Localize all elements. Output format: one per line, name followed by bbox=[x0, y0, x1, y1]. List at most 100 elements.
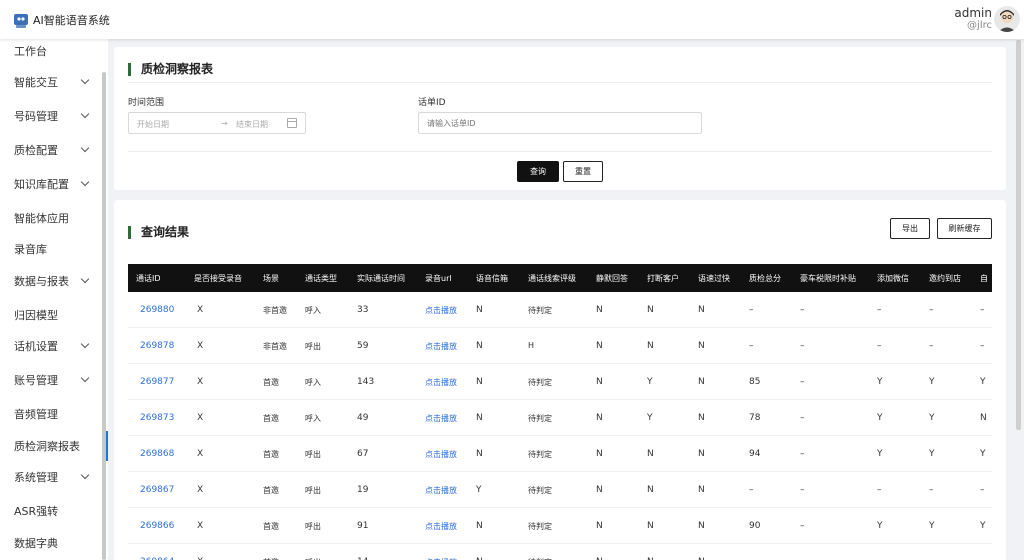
reset-button[interactable]: 重置 bbox=[563, 161, 603, 182]
table-cell: 首邀 bbox=[263, 378, 279, 387]
sidebar-item-label: 数据与报表 bbox=[14, 275, 69, 288]
table-cell: N bbox=[476, 449, 483, 459]
column-header[interactable]: 语音信箱 bbox=[476, 273, 508, 284]
table-cell: Y bbox=[980, 521, 986, 531]
table-cell: – bbox=[929, 341, 934, 351]
sidebar-item-numbers[interactable]: 号码管理 bbox=[0, 101, 108, 131]
sidebar-item-reports[interactable]: 数据与报表 bbox=[0, 266, 108, 296]
table-cell: 19 bbox=[357, 485, 369, 495]
column-header[interactable]: 静默回答 bbox=[596, 273, 628, 284]
sidebar-item-interaction[interactable]: 智能交互 bbox=[0, 67, 108, 97]
start-date-placeholder[interactable]: 开始日期 bbox=[137, 119, 169, 130]
sidebar-item-label: 数据字典 bbox=[14, 537, 58, 550]
table-row: 269877 X 首邀 呼入 143 点击播放 N 待判定 N Y N 85 – Y Y Y bbox=[128, 364, 992, 400]
column-header[interactable]: 邀约到店 bbox=[929, 273, 961, 284]
play-recording-link[interactable]: 点击播放 bbox=[425, 341, 457, 352]
main-content: 质检洞察报表 时间范围 开始日期 → 结束日期 话单ID 查询 重置 查询结果 … bbox=[108, 39, 1014, 560]
column-header[interactable]: 自 bbox=[980, 273, 988, 284]
main-scrollbar[interactable] bbox=[1016, 40, 1021, 430]
sidebar-item-knowledge[interactable]: 知识库配置 bbox=[0, 169, 108, 199]
call-id-link[interactable]: 269880 bbox=[140, 305, 174, 315]
table-cell: 91 bbox=[357, 521, 369, 531]
sidebar-item-label: 话机设置 bbox=[14, 340, 58, 353]
sidebar-item-system[interactable]: 系统管理 bbox=[0, 462, 108, 492]
sidebar-item-audio[interactable]: 音频管理 bbox=[0, 399, 108, 429]
sidebar-item-label: 智能交互 bbox=[14, 76, 58, 89]
call-id-input[interactable] bbox=[418, 112, 702, 134]
table-cell: 非首邀 bbox=[263, 306, 287, 315]
sidebar-item-recordings[interactable]: 录音库 bbox=[0, 234, 108, 264]
column-header[interactable]: 是否接受录音 bbox=[194, 273, 242, 284]
date-range-picker[interactable]: 开始日期 → 结束日期 bbox=[128, 112, 306, 134]
table-row: 269867 X 首邀 呼出 19 点击播放 Y 待判定 N N N – – – – – bbox=[128, 472, 992, 508]
table-cell: N bbox=[980, 413, 987, 423]
column-header[interactable]: 打断客户 bbox=[647, 273, 679, 284]
sidebar-item-qc-config[interactable]: 质检配置 bbox=[0, 135, 108, 165]
sidebar-item-label: 系统管理 bbox=[14, 471, 58, 484]
sidebar-scrollbar[interactable] bbox=[102, 72, 106, 560]
call-id-link[interactable]: 269873 bbox=[140, 413, 174, 423]
play-recording-link[interactable]: 点击播放 bbox=[425, 521, 457, 532]
user-name[interactable]: admin bbox=[954, 6, 992, 20]
sidebar-item-phone-settings[interactable]: 话机设置 bbox=[0, 331, 108, 361]
play-recording-link[interactable]: 点击播放 bbox=[425, 305, 457, 316]
calendar-icon[interactable] bbox=[287, 118, 297, 128]
sidebar-item-qc-insights[interactable]: 质检洞察报表 bbox=[0, 431, 108, 461]
column-header[interactable]: 录音url bbox=[425, 273, 452, 284]
column-header[interactable]: 实际通话时间 bbox=[357, 273, 405, 284]
user-handle: @jlrc bbox=[967, 20, 992, 31]
table-cell: N bbox=[596, 449, 603, 459]
app-logo-icon bbox=[14, 14, 28, 28]
sidebar-item-attribution[interactable]: 归因模型 bbox=[0, 300, 108, 330]
sidebar-item-workbench[interactable]: 工作台 bbox=[0, 39, 108, 66]
table-cell: – bbox=[929, 305, 934, 315]
end-date-placeholder[interactable]: 结束日期 bbox=[236, 119, 268, 130]
sidebar-item-label: 知识库配置 bbox=[14, 178, 69, 191]
table-cell: 首邀 bbox=[263, 486, 279, 495]
column-header[interactable]: 添加微信 bbox=[877, 273, 909, 284]
sidebar-item-asr[interactable]: ASR强转 bbox=[0, 496, 108, 526]
table-cell: N bbox=[698, 413, 705, 423]
user-avatar-icon bbox=[998, 10, 1016, 32]
table-cell: Y bbox=[929, 413, 935, 423]
table-row: 269880 X 非首邀 呼入 33 点击播放 N 待判定 N N N – – – – – bbox=[128, 292, 992, 328]
column-header[interactable]: 豪车税限时补贴 bbox=[800, 273, 856, 284]
table-cell: H bbox=[528, 341, 535, 350]
table-cell: 呼入 bbox=[305, 378, 321, 387]
sidebar-item-agent-apps[interactable]: 智能体应用 bbox=[0, 203, 108, 233]
export-button[interactable]: 导出 bbox=[890, 218, 930, 239]
query-button[interactable]: 查询 bbox=[517, 161, 559, 182]
call-id-link[interactable]: 269868 bbox=[140, 449, 174, 459]
column-header[interactable]: 通话线索评级 bbox=[528, 273, 576, 284]
column-header[interactable]: 质检总分 bbox=[749, 273, 781, 284]
table-cell: N bbox=[476, 413, 483, 423]
table-cell: X bbox=[197, 377, 204, 387]
table-cell: 待判定 bbox=[528, 378, 552, 387]
table-cell: 待判定 bbox=[528, 450, 552, 459]
sidebar-item-accounts[interactable]: 账号管理 bbox=[0, 365, 108, 395]
avatar[interactable] bbox=[994, 6, 1020, 32]
table-cell: X bbox=[197, 449, 204, 459]
table-cell: Y bbox=[877, 377, 883, 387]
column-header[interactable]: 通话类型 bbox=[305, 273, 337, 284]
play-recording-link[interactable]: 点击播放 bbox=[425, 485, 457, 496]
play-recording-link[interactable]: 点击播放 bbox=[425, 449, 457, 460]
column-header[interactable]: 场景 bbox=[263, 273, 279, 284]
table-header: 通话ID 是否接受录音 场景 通话类型 实际通话时间 录音url 语音信箱 通话… bbox=[128, 264, 992, 292]
column-header[interactable]: 语速过快 bbox=[698, 273, 730, 284]
sidebar-item-dictionary[interactable]: 数据字典 bbox=[0, 528, 108, 558]
top-bar: AI智能语音系统 admin @jlrc bbox=[0, 0, 1024, 39]
call-id-link[interactable]: 269878 bbox=[140, 341, 174, 351]
refresh-cache-button[interactable]: 刷新缓存 bbox=[937, 218, 992, 239]
results-title: 查询结果 bbox=[128, 226, 189, 239]
call-id-link[interactable]: 269877 bbox=[140, 377, 174, 387]
column-header[interactable]: 通话ID bbox=[136, 273, 161, 284]
play-recording-link[interactable]: 点击播放 bbox=[425, 377, 457, 388]
table-cell: – bbox=[980, 341, 985, 351]
sidebar-item-label: 工作台 bbox=[14, 45, 47, 58]
call-id-link[interactable]: 269866 bbox=[140, 521, 174, 531]
play-recording-link[interactable]: 点击播放 bbox=[425, 413, 457, 424]
call-id-link[interactable]: 269867 bbox=[140, 485, 174, 495]
table-cell: X bbox=[197, 413, 204, 423]
range-arrow: → bbox=[221, 119, 228, 128]
